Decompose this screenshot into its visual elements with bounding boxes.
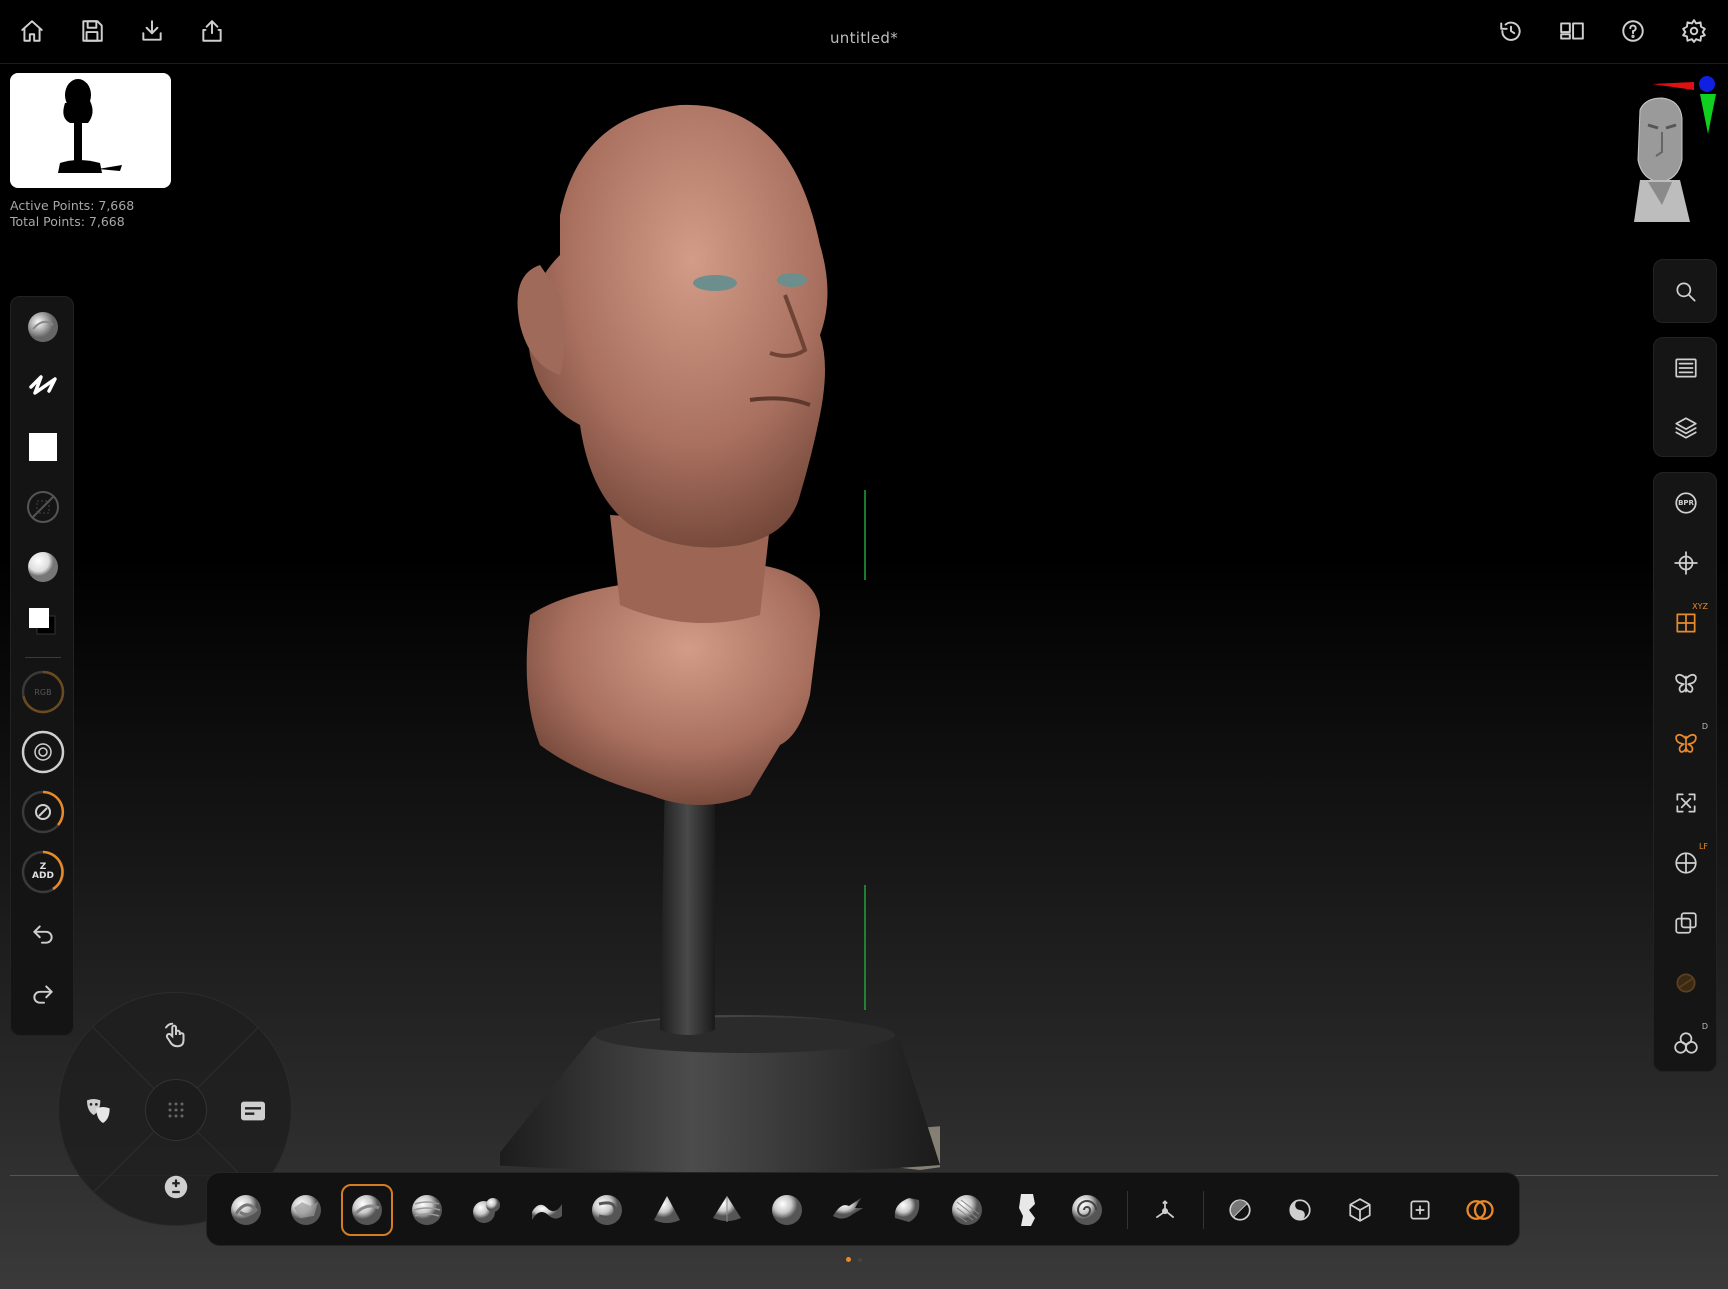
active-points-label: Active Points: 7,668 xyxy=(10,198,135,213)
clay-brush[interactable] xyxy=(280,1184,332,1236)
trim-tool[interactable] xyxy=(1394,1184,1446,1236)
hpolish-brush[interactable] xyxy=(701,1184,753,1236)
dynamesh-tool[interactable] xyxy=(1454,1184,1506,1236)
page-indicator[interactable] xyxy=(858,1258,862,1262)
grid-icon[interactable] xyxy=(145,1079,207,1141)
add-subtract-icon[interactable] xyxy=(154,1165,198,1209)
floor-grid-icon[interactable]: XYZ xyxy=(1654,598,1718,648)
undo-icon[interactable] xyxy=(11,909,75,959)
right-subtool-panel xyxy=(1653,337,1717,457)
mask-tool[interactable] xyxy=(1214,1184,1266,1236)
page-indicator-active[interactable] xyxy=(846,1257,851,1262)
brush-sphere-icon[interactable] xyxy=(11,302,75,352)
stroke-icon[interactable] xyxy=(11,362,75,412)
radial-symmetry-icon[interactable]: D xyxy=(1654,718,1718,768)
spiral-brush[interactable] xyxy=(1061,1184,1113,1236)
bpr-label: BPR xyxy=(1678,499,1694,507)
curve-brush[interactable] xyxy=(941,1184,993,1236)
snakehook-brush[interactable] xyxy=(821,1184,873,1236)
trim-dynamic-brush[interactable] xyxy=(641,1184,693,1236)
focal-shift-dial[interactable] xyxy=(11,727,75,777)
texture-off-icon[interactable] xyxy=(11,482,75,532)
sculpt-figure-brush[interactable] xyxy=(1001,1184,1053,1236)
dam-standard-brush[interactable] xyxy=(581,1184,633,1236)
z-intensity-dial[interactable]: Z ADD xyxy=(11,847,75,897)
history-icon[interactable] xyxy=(1494,14,1528,48)
move-gizmo-icon[interactable] xyxy=(1654,538,1718,588)
perspective-sup: LF xyxy=(1698,842,1708,851)
layout-icon[interactable] xyxy=(1555,14,1589,48)
layers-icon[interactable] xyxy=(1654,403,1718,453)
gizmo-tool[interactable] xyxy=(1139,1184,1191,1236)
document-title: untitled* xyxy=(829,29,899,47)
flatten-brush[interactable] xyxy=(881,1184,933,1236)
left-toolbar: RGB Z ADD xyxy=(10,296,74,1036)
claybuildup-brush[interactable] xyxy=(401,1184,453,1236)
select-tool[interactable] xyxy=(1274,1184,1326,1236)
polyframe-sup: D xyxy=(1701,1022,1708,1031)
polyframe-icon[interactable]: D xyxy=(1654,1018,1718,1068)
perspective-icon[interactable]: LF xyxy=(1654,838,1718,888)
slice-tool[interactable] xyxy=(1334,1184,1386,1236)
gesture-icon[interactable] xyxy=(154,1013,198,1057)
floor-grid-sup: XYZ xyxy=(1692,602,1708,611)
symmetry-icon[interactable] xyxy=(1654,658,1718,708)
bpr-icon[interactable]: BPR xyxy=(1654,478,1718,528)
rgb-label: RGB xyxy=(34,687,52,697)
smooth-brush[interactable] xyxy=(521,1184,573,1236)
frame-icon[interactable] xyxy=(1654,778,1718,828)
brush-bar-divider xyxy=(1203,1191,1204,1229)
model-thumbnail[interactable] xyxy=(10,73,171,188)
standard-brush[interactable] xyxy=(341,1184,393,1236)
solo-icon[interactable] xyxy=(1654,958,1718,1008)
move-brush[interactable] xyxy=(220,1184,272,1236)
radial-symmetry-sup: D xyxy=(1701,722,1708,731)
inflate-brush[interactable] xyxy=(461,1184,513,1236)
draw-size-dial[interactable] xyxy=(11,787,75,837)
search-icon[interactable] xyxy=(1654,267,1718,317)
point-stats: Active Points: 7,668 Total Points: 7,668 xyxy=(10,198,134,230)
sculpted-bust-model[interactable] xyxy=(500,95,940,1175)
brush-bar xyxy=(206,1172,1520,1246)
brush-bar-divider xyxy=(1127,1191,1128,1229)
help-icon[interactable] xyxy=(1616,14,1650,48)
right-view-panel: BPR XYZ D LF D xyxy=(1653,472,1717,1072)
subtools-icon[interactable] xyxy=(1654,343,1718,393)
pinch-brush[interactable] xyxy=(761,1184,813,1236)
total-points-label: Total Points: 7,668 xyxy=(10,214,125,229)
material-sphere-icon[interactable] xyxy=(11,542,75,592)
masks-icon[interactable] xyxy=(77,1089,121,1133)
settings-icon[interactable] xyxy=(1677,14,1711,48)
rgb-dial[interactable]: RGB xyxy=(11,667,75,717)
top-bar: untitled* xyxy=(0,0,1728,64)
color-swatch-icon[interactable] xyxy=(11,597,75,647)
redo-icon[interactable] xyxy=(11,969,75,1019)
left-toolbar-divider xyxy=(25,657,61,658)
navigation-head[interactable] xyxy=(1590,70,1720,230)
alpha-square-icon[interactable] xyxy=(11,422,75,472)
transparency-icon[interactable] xyxy=(1654,898,1718,948)
zadd-label-bottom: ADD xyxy=(32,871,54,881)
menu-icon[interactable] xyxy=(231,1089,275,1133)
right-search-panel xyxy=(1653,259,1717,323)
